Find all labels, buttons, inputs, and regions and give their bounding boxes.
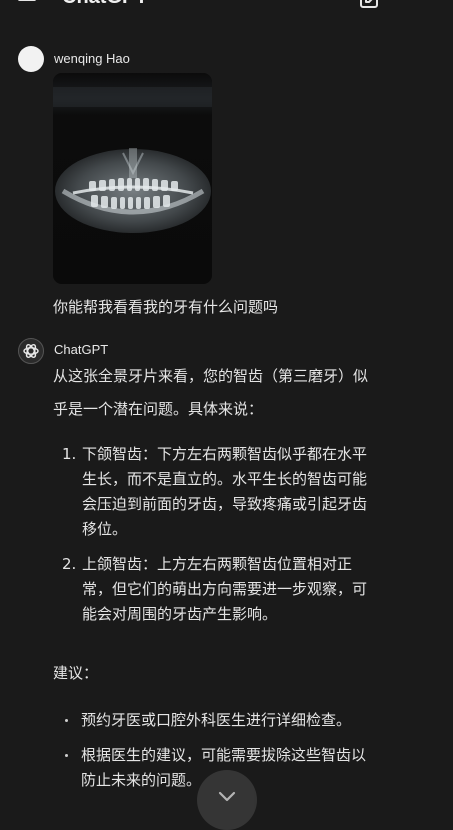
list-line: 会压迫到前面的牙齿，导致疼痛或引起牙齿: [82, 495, 368, 513]
list-line: 能会对周围的牙齿产生影响。: [82, 605, 278, 623]
user-name: wenqing Hao: [54, 51, 130, 66]
intro-line: 乎是一个潜在问题。具体来说：: [53, 400, 264, 418]
assistant-avatar: [18, 338, 44, 364]
scroll-down-button[interactable]: [197, 770, 257, 830]
bullet-dot: [65, 719, 68, 722]
compose-icon[interactable]: [358, 0, 380, 10]
advice-label: 建议：: [53, 664, 99, 682]
list-line: 移位。: [82, 520, 128, 538]
list-item: 1. 下颌智齿：下方左右两颗智齿似乎都在水平 生长，而不是直立的。水平生长的智齿…: [53, 442, 433, 542]
numbered-list: 1. 下颌智齿：下方左右两颗智齿似乎都在水平 生长，而不是直立的。水平生长的智齿…: [53, 442, 433, 623]
dental-xray-image[interactable]: [53, 73, 212, 284]
assistant-name: ChatGPT: [54, 342, 109, 357]
user-avatar: [18, 46, 44, 72]
user-message: 你能帮我看看我的牙有什么问题吗: [53, 298, 279, 316]
list-line: 生长，而不是直立的。水平生长的智齿可能: [82, 470, 368, 488]
list-line: 常，但它们的萌出方向需要进一步观察，可: [82, 580, 368, 598]
menu-icon[interactable]: [18, 0, 36, 1]
app-title: ChatGPT: [62, 0, 148, 9]
list-line: 上颌智齿：上方左右两颗智齿位置相对正: [82, 555, 353, 573]
bullet-dot: [65, 754, 68, 757]
openai-logo-icon: [23, 344, 39, 358]
intro-line: 从这张全景牙片来看，您的智齿（第三磨牙）似: [53, 367, 369, 385]
chevron-down-icon: [218, 791, 236, 802]
list-line: 下颌智齿：下方左右两颗智齿似乎都在水平: [82, 445, 368, 463]
more-icon[interactable]: [418, 0, 426, 8]
list-number: 2.: [62, 555, 77, 573]
xray-graphic: [53, 73, 212, 284]
list-number: 1.: [62, 445, 77, 463]
list-line: 根据医生的建议，可能需要拔除这些智齿以: [81, 746, 367, 764]
top-bar: ChatGPT: [0, 0, 453, 22]
list-line: 预约牙医或口腔外科医生进行详细检查。: [81, 711, 352, 729]
list-line: 防止未来的问题。: [81, 771, 202, 789]
